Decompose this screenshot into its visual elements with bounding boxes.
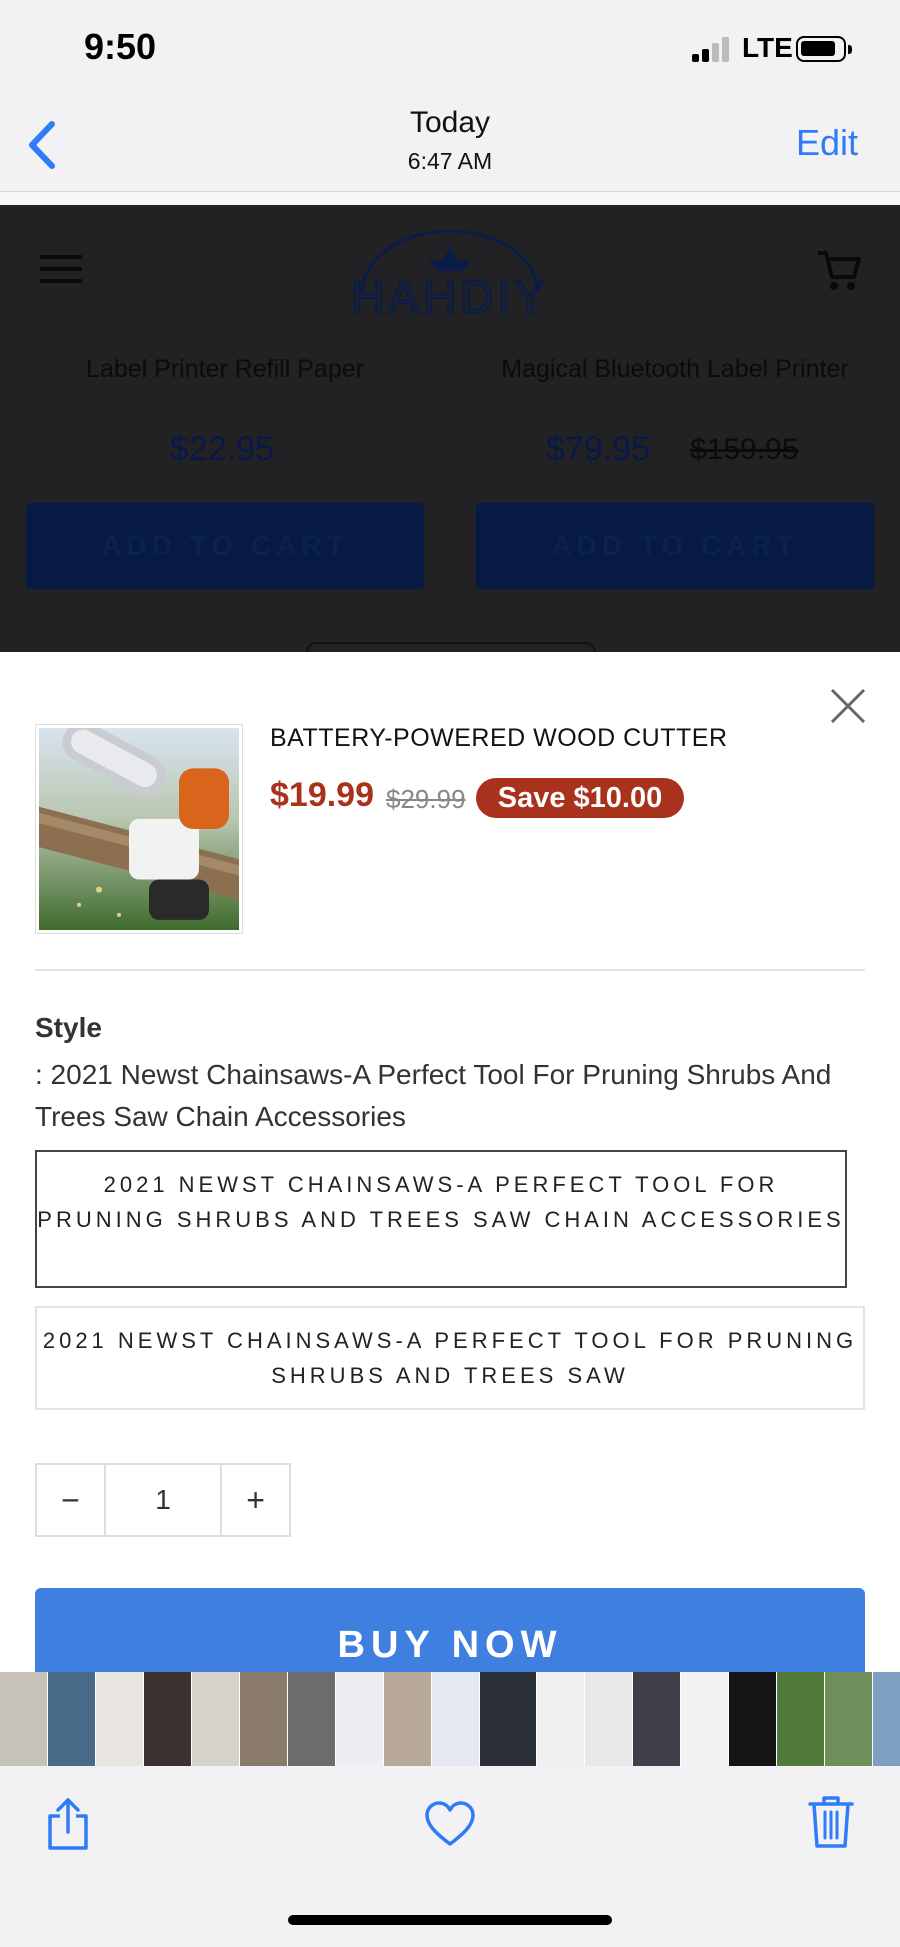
photo-thumbnail-current[interactable]	[480, 1672, 536, 1766]
status-time: 9:50	[84, 26, 157, 67]
product-name[interactable]: Magical Bluetooth Label Printer	[470, 355, 880, 384]
network-label: LTE	[742, 32, 793, 63]
photo-thumbnail[interactable]	[288, 1672, 335, 1766]
quantity-input[interactable]: 1	[103, 1465, 223, 1535]
photo-thumbnail[interactable]	[729, 1672, 776, 1766]
photo-thumbnail[interactable]	[192, 1672, 239, 1766]
photo-thumbnail[interactable]	[48, 1672, 95, 1766]
style-value: : 2021 Newst Chainsaws-A Perfect Tool Fo…	[35, 1059, 832, 1132]
close-icon[interactable]	[826, 684, 870, 728]
logo-text: HAHDIY	[351, 271, 549, 323]
photo-thumbnail[interactable]	[432, 1672, 479, 1766]
trash-icon[interactable]	[808, 1794, 854, 1850]
signal-icon	[692, 36, 736, 62]
compare-price: $29.99	[386, 784, 466, 814]
edit-button[interactable]: Edit	[796, 122, 858, 164]
product-title: BATTERY-POWERED WOOD CUTTER	[270, 724, 728, 752]
photo-thumbnail[interactable]	[681, 1672, 728, 1766]
buy-now-button[interactable]: BUY NOW	[35, 1588, 865, 1672]
overlay-edge	[306, 642, 596, 652]
photo-thumbnail-strip[interactable]	[0, 1672, 900, 1766]
photo-thumbnail[interactable]	[873, 1672, 900, 1766]
photo-thumbnail[interactable]	[240, 1672, 287, 1766]
product-image	[35, 724, 243, 934]
photo-thumbnail[interactable]	[384, 1672, 431, 1766]
product-compare-price: $159.95	[690, 433, 799, 466]
status-bar: 9:50 LTE	[0, 0, 900, 100]
save-badge: Save $10.00	[476, 778, 684, 818]
battery-icon	[796, 36, 852, 62]
product-name[interactable]: Label Printer Refill Paper	[20, 355, 430, 384]
variant-modal: BATTERY-POWERED WOOD CUTTER $19.99 $29.9…	[0, 652, 900, 1672]
style-option-selected[interactable]: 2021 NEWST CHAINSAWS-A PERFECT TOOL FOR …	[35, 1150, 847, 1288]
photo-thumbnail[interactable]	[633, 1672, 680, 1766]
photo-thumbnail[interactable]	[585, 1672, 632, 1766]
photo-thumbnail[interactable]	[336, 1672, 383, 1766]
product-price: $79.95	[546, 430, 650, 468]
photo-thumbnail[interactable]	[537, 1672, 584, 1766]
photo-thumbnail[interactable]	[777, 1672, 824, 1766]
menu-icon[interactable]	[40, 255, 82, 285]
sale-price: $19.99	[270, 776, 374, 814]
add-to-cart-button[interactable]: ADD TO CART	[476, 503, 874, 589]
quantity-decrease-button[interactable]: −	[37, 1465, 104, 1535]
quantity-stepper: − 1 +	[35, 1463, 291, 1537]
store-logo: HAHDIY	[350, 229, 549, 324]
photos-nav-bar: Today 6:47 AM Edit	[0, 100, 900, 192]
cart-icon[interactable]	[814, 245, 864, 295]
quantity-increase-button[interactable]: +	[222, 1465, 289, 1535]
divider	[35, 969, 865, 971]
dimmed-store-page[interactable]: HAHDIY Label Printer Refill Paper $22.95…	[0, 205, 900, 652]
photo-thumbnail[interactable]	[825, 1672, 872, 1766]
nav-title: Today	[409, 106, 491, 139]
home-indicator[interactable]	[288, 1915, 612, 1925]
product-price: $22.95	[170, 430, 274, 468]
nav-subtitle: 6:47 AM	[407, 148, 493, 174]
photo-thumbnail[interactable]	[96, 1672, 143, 1766]
photo-thumbnail[interactable]	[0, 1672, 47, 1766]
heart-icon[interactable]	[424, 1800, 476, 1848]
add-to-cart-button[interactable]: ADD TO CART	[26, 503, 424, 589]
share-icon[interactable]	[44, 1796, 92, 1852]
photo-thumbnail[interactable]	[144, 1672, 191, 1766]
style-label: Style	[35, 1012, 102, 1043]
style-option[interactable]: 2021 NEWST CHAINSAWS-A PERFECT TOOL FOR …	[35, 1306, 865, 1410]
